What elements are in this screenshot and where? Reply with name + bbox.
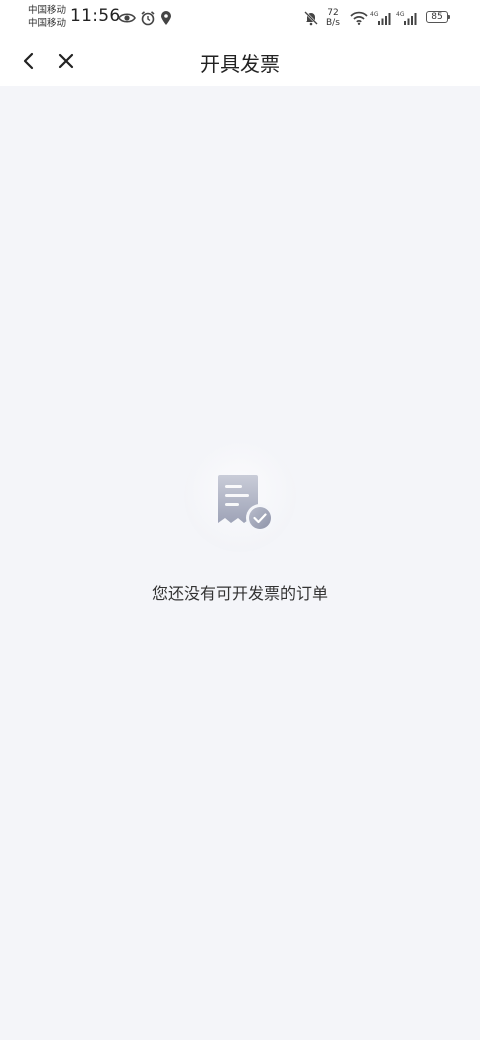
alarm-icon [139, 9, 157, 27]
empty-message: 您还没有可开发票的订单 [151, 584, 328, 603]
empty-state: 您还没有可开发票的订单 [0, 440, 480, 604]
carrier-2: 中国移动 [28, 18, 67, 29]
battery-level: 85 [431, 12, 443, 22]
signal-icon: 4G [370, 9, 394, 27]
signal-1-label: 4G [370, 11, 379, 18]
receipt-check-icon [218, 475, 274, 532]
net-speed: 72 B/s [326, 8, 340, 28]
battery-icon: 85 [426, 11, 450, 23]
status-time: 11:56 [70, 6, 121, 26]
page-title: 开具发票 [200, 52, 280, 76]
location-icon [159, 9, 173, 27]
empty-illustration [184, 440, 296, 552]
eye-icon [117, 9, 137, 27]
net-speed-value: 72 [327, 8, 339, 18]
nav-bar: 开具发票 [0, 36, 480, 86]
signal-icon: 4G [396, 9, 420, 27]
status-bar: 中国移动 中国移动 11:56 72 B/s 4G 4G 85 [0, 0, 480, 36]
carrier-info: 中国移动 中国移动 [28, 4, 66, 30]
carrier-1: 中国移动 [28, 5, 67, 16]
invoice-screen: 中国移动 中国移动 11:56 72 B/s 4G 4G 85 开具发票 您还没… [0, 0, 480, 1040]
signal-2-label: 4G [396, 11, 405, 18]
wifi-icon [349, 9, 369, 27]
mute-icon [302, 9, 320, 27]
net-speed-unit: B/s [326, 18, 340, 28]
